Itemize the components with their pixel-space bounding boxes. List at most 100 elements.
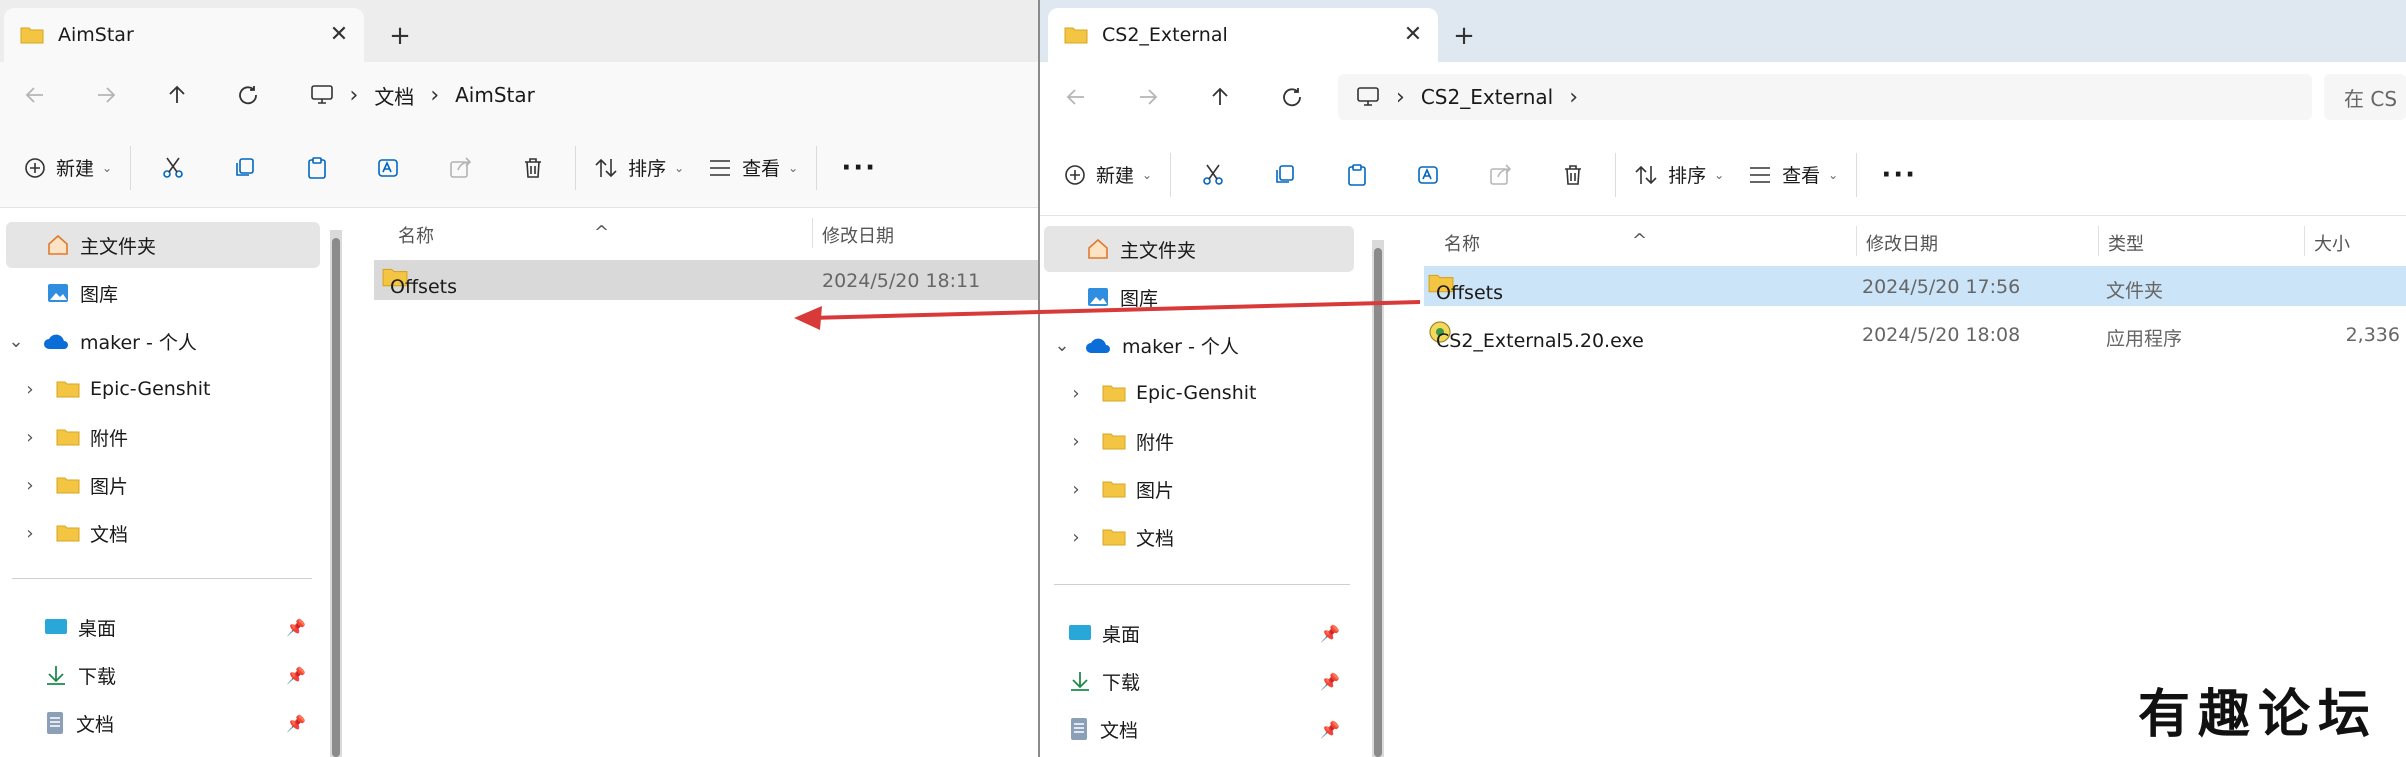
sidebar-item-documents[interactable]: 文档 📌 — [26, 700, 320, 746]
forward-button[interactable] — [1112, 73, 1184, 121]
breadcrumb-segment[interactable]: 文档 — [374, 81, 414, 110]
scrollbar-thumb[interactable] — [332, 238, 340, 757]
sidebar-item-gallery[interactable]: 图库 — [6, 270, 320, 316]
sidebar-item-folder[interactable]: › Epic-Genshit — [20, 366, 320, 412]
chevron-right-icon[interactable]: › — [1066, 431, 1086, 452]
sort-button[interactable]: 排序 ⌄ — [1622, 151, 1736, 199]
pin-icon[interactable]: 📌 — [286, 666, 306, 685]
sidebar-item-folder[interactable]: › 附件 — [20, 414, 320, 460]
tab-aimstar[interactable]: AimStar ✕ — [4, 8, 364, 62]
chevron-right-icon[interactable]: › — [1396, 85, 1405, 110]
file-name-cell: CS2_External5.20.exe — [1428, 320, 1644, 352]
chevron-right-icon[interactable]: › — [20, 475, 40, 496]
sidebar-item-gallery[interactable]: 图库 — [1044, 274, 1354, 320]
rename-button[interactable] — [1393, 151, 1465, 199]
share-button[interactable] — [425, 144, 497, 192]
sidebar-item-desktop[interactable]: 桌面 📌 — [26, 604, 320, 650]
divider — [1170, 152, 1172, 197]
delete-button[interactable] — [497, 144, 569, 192]
pin-icon[interactable]: 📌 — [1320, 720, 1340, 739]
pin-icon[interactable]: 📌 — [286, 618, 306, 637]
cut-button[interactable] — [1177, 151, 1249, 199]
up-button[interactable] — [142, 71, 213, 119]
share-button[interactable] — [1465, 151, 1537, 199]
sidebar-item-folder[interactable]: › 文档 — [20, 510, 320, 556]
refresh-button[interactable] — [1256, 73, 1328, 121]
sidebar-item-home[interactable]: 主文件夹 — [1044, 226, 1354, 272]
scrollbar-thumb[interactable] — [1374, 248, 1382, 757]
tab-cs2-external[interactable]: CS2_External ✕ — [1048, 8, 1438, 62]
address-bar[interactable]: › CS2_External › — [1338, 74, 2312, 120]
sidebar-item-desktop[interactable]: 桌面 📌 — [1064, 610, 1354, 656]
sidebar-scrollbar[interactable] — [330, 230, 342, 757]
breadcrumb-segment[interactable]: AimStar — [455, 83, 535, 107]
copy-button[interactable] — [1249, 151, 1321, 199]
chevron-right-icon[interactable]: › — [20, 523, 40, 544]
sidebar-item-folder[interactable]: › 附件 — [1066, 418, 1354, 464]
sort-button[interactable]: 排序 ⌄ — [582, 144, 696, 192]
back-button[interactable] — [0, 71, 71, 119]
sidebar-item-documents[interactable]: 文档 📌 — [1064, 706, 1354, 752]
new-tab-button[interactable]: + — [380, 16, 420, 56]
sidebar-item-downloads[interactable]: 下载 📌 — [1064, 658, 1354, 704]
column-divider[interactable] — [1856, 226, 1857, 256]
rename-button[interactable] — [353, 144, 425, 192]
sidebar-item-folder[interactable]: › Epic-Genshit — [1066, 370, 1354, 416]
back-button[interactable] — [1040, 73, 1112, 121]
sidebar-item-downloads[interactable]: 下载 📌 — [26, 652, 320, 698]
chevron-down-icon[interactable]: ⌄ — [6, 331, 26, 352]
delete-button[interactable] — [1537, 151, 1609, 199]
more-options-button[interactable]: ··· — [1863, 151, 1935, 199]
sidebar-item-folder[interactable]: › 图片 — [20, 462, 320, 508]
column-modified[interactable]: 修改日期 — [822, 222, 894, 248]
chevron-right-icon[interactable]: › — [1066, 527, 1086, 548]
sidebar-scrollbar[interactable] — [1372, 240, 1384, 757]
chevron-right-icon[interactable]: › — [350, 83, 359, 108]
sidebar-item-folder[interactable]: › 图片 — [1066, 466, 1354, 512]
sidebar-item-onedrive[interactable]: ⌄ maker - 个人 — [6, 318, 320, 364]
chevron-right-icon[interactable]: › — [1066, 479, 1086, 500]
pin-icon[interactable]: 📌 — [1320, 624, 1340, 643]
refresh-button[interactable] — [213, 71, 284, 119]
chevron-right-icon[interactable]: › — [1066, 383, 1086, 404]
new-button[interactable]: 新建 ⌄ — [12, 144, 124, 192]
cut-button[interactable] — [137, 144, 209, 192]
column-divider[interactable] — [2304, 226, 2305, 256]
view-button[interactable]: 查看 ⌄ — [696, 144, 810, 192]
file-row[interactable]: CS2_External5.20.exe 2024/5/20 18:08 应用程… — [1424, 314, 2406, 354]
column-name[interactable]: 名称 — [1444, 230, 1480, 256]
pin-icon[interactable]: 📌 — [1320, 672, 1340, 691]
column-modified[interactable]: 修改日期 — [1866, 230, 1938, 256]
new-button[interactable]: 新建 ⌄ — [1052, 151, 1164, 199]
column-name[interactable]: 名称 — [398, 222, 434, 248]
navigation-pane: 主文件夹 图库 ⌄ maker - 个人 › Epic-Genshit › 附件… — [0, 210, 330, 757]
more-options-button[interactable]: ··· — [823, 144, 895, 192]
chevron-right-icon[interactable]: › — [20, 379, 40, 400]
column-divider[interactable] — [812, 218, 813, 248]
paste-button[interactable] — [281, 144, 353, 192]
new-tab-button[interactable]: + — [1444, 16, 1484, 56]
forward-button[interactable] — [71, 71, 142, 119]
search-input[interactable]: 在 CS — [2324, 74, 2406, 120]
paste-button[interactable] — [1321, 151, 1393, 199]
up-button[interactable] — [1184, 73, 1256, 121]
chevron-right-icon[interactable]: › — [20, 427, 40, 448]
file-row[interactable]: Offsets 2024/5/20 17:56 文件夹 — [1424, 266, 2406, 306]
copy-button[interactable] — [209, 144, 281, 192]
column-type[interactable]: 类型 — [2108, 230, 2144, 256]
column-divider[interactable] — [2098, 226, 2099, 256]
address-bar[interactable]: › 文档 › AimStar — [291, 72, 1040, 118]
file-row[interactable]: Offsets 2024/5/20 18:11 — [374, 260, 1040, 300]
sidebar-item-onedrive[interactable]: ⌄ maker - 个人 — [1052, 322, 1354, 368]
view-button[interactable]: 查看 ⌄ — [1736, 151, 1850, 199]
column-size[interactable]: 大小 — [2314, 230, 2350, 256]
pin-icon[interactable]: 📌 — [286, 714, 306, 733]
close-tab-icon[interactable]: ✕ — [1400, 22, 1426, 48]
close-tab-icon[interactable]: ✕ — [326, 22, 352, 48]
chevron-right-icon[interactable]: › — [430, 83, 439, 108]
sidebar-item-home[interactable]: 主文件夹 — [6, 222, 320, 268]
chevron-down-icon[interactable]: ⌄ — [1052, 335, 1072, 356]
sidebar-item-folder[interactable]: › 文档 — [1066, 514, 1354, 560]
chevron-right-icon[interactable]: › — [1569, 85, 1578, 110]
breadcrumb-segment[interactable]: CS2_External — [1421, 85, 1553, 109]
